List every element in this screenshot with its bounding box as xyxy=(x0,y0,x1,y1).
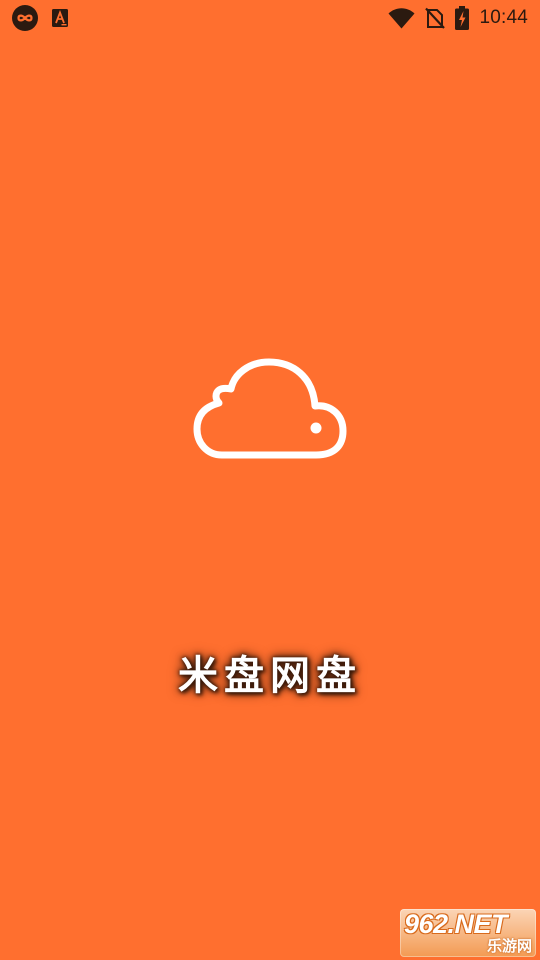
watermark-site: 乐游网 xyxy=(486,937,532,955)
battery-charging-icon xyxy=(455,6,470,30)
wifi-icon xyxy=(388,7,415,29)
splash-screen: 10:44 米盘网盘 962.NET 乐游网 xyxy=(0,0,540,960)
site-watermark: 962.NET 乐游网 xyxy=(400,909,536,957)
status-bar-left xyxy=(12,5,70,31)
no-sim-icon xyxy=(425,7,446,29)
infinity-app-icon xyxy=(12,5,38,31)
status-bar-clock: 10:44 xyxy=(479,7,528,28)
watermark-brand: 962.NET xyxy=(404,909,508,939)
status-bar: 10:44 xyxy=(0,0,540,36)
cloud-icon xyxy=(192,357,348,461)
status-bar-right: 10:44 xyxy=(388,5,528,31)
accessibility-a-icon xyxy=(50,8,70,28)
app-name-title: 米盘网盘 xyxy=(178,652,362,699)
